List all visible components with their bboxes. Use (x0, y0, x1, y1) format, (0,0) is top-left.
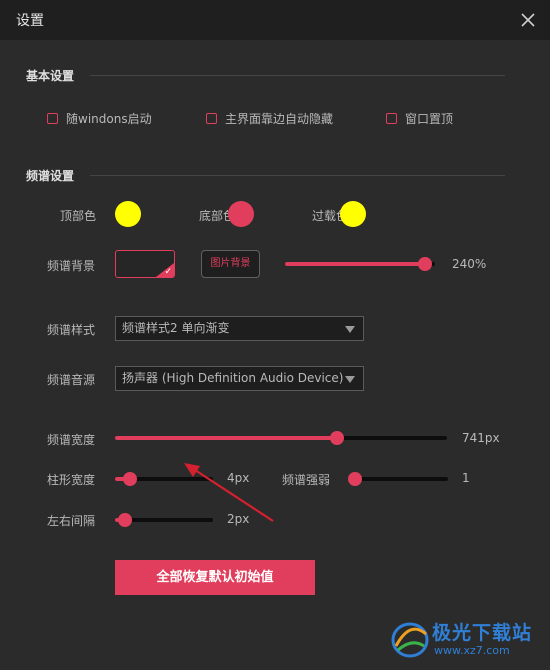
spectrum-style-label: 频谱样式 (47, 323, 96, 337)
close-icon[interactable] (516, 8, 540, 32)
checkbox-always-on-top-label: 窗口置顶 (405, 112, 454, 126)
checkbox-box[interactable] (206, 113, 217, 124)
check-icon: ✓ (164, 267, 172, 277)
spectrum-intensity-value: 1 (462, 471, 470, 485)
spacing-value: 2px (227, 512, 250, 526)
spectrum-source-select[interactable]: 扬声器 (High Definition Audio Device) (115, 366, 364, 391)
section-divider (90, 75, 505, 76)
overload-color-swatch[interactable] (340, 201, 366, 227)
section-divider (90, 175, 505, 176)
spectrum-intensity-label: 频谱强弱 (282, 473, 331, 487)
window-title: 设置 (16, 13, 44, 29)
spacing-slider[interactable] (115, 513, 213, 527)
top-color-label: 顶部色 (60, 209, 97, 223)
checkbox-auto-hide[interactable]: 主界面靠边自动隐藏 (206, 110, 333, 127)
section-basic-title: 基本设置 (26, 69, 75, 83)
top-color-swatch[interactable] (115, 201, 141, 227)
spectrum-style-select[interactable]: 频谱样式2 单向渐变 (115, 316, 364, 341)
spectrum-source-label: 频谱音源 (47, 373, 96, 387)
checkbox-autostart-label: 随windons启动 (66, 112, 152, 126)
checkbox-box[interactable] (47, 113, 58, 124)
slider-handle[interactable] (417, 257, 432, 271)
checkbox-box[interactable] (386, 113, 397, 124)
spectrum-style-value: 频谱样式2 单向渐变 (122, 321, 230, 335)
background-opacity-slider[interactable] (285, 257, 435, 271)
slider-fill (115, 436, 338, 440)
section-spectrum-title: 频谱设置 (26, 169, 75, 183)
spectrum-intensity-slider[interactable] (347, 472, 448, 486)
checkbox-always-on-top[interactable]: 窗口置顶 (386, 110, 453, 127)
background-color-picker[interactable]: ✓ (115, 250, 175, 278)
bar-width-value: 4px (227, 471, 250, 485)
slider-handle[interactable] (117, 513, 132, 527)
reset-defaults-button[interactable]: 全部恢复默认初始值 (115, 560, 315, 595)
spacing-label: 左右间隔 (47, 514, 96, 528)
bar-width-slider[interactable] (115, 472, 213, 486)
title-bar: 设置 (0, 0, 550, 40)
slider-handle[interactable] (330, 431, 345, 445)
watermark-logo: 极光下载站 www.xz7.com (390, 614, 545, 664)
watermark-brand: 极光下载站 (432, 622, 533, 644)
dropdown-arrow-icon (345, 326, 355, 333)
spectrum-width-label: 频谱宽度 (47, 433, 96, 447)
spectrum-background-label: 频谱背景 (47, 259, 96, 273)
bar-width-label: 柱形宽度 (47, 473, 96, 487)
spectrum-source-value: 扬声器 (High Definition Audio Device) (122, 371, 344, 385)
checkbox-auto-hide-label: 主界面靠边自动隐藏 (225, 112, 334, 126)
background-opacity-value: 240% (452, 257, 487, 271)
slider-handle[interactable] (122, 472, 137, 486)
slider-handle[interactable] (347, 472, 362, 486)
spectrum-width-slider[interactable] (115, 431, 447, 445)
bottom-color-swatch[interactable] (228, 201, 254, 227)
slider-fill (285, 262, 425, 266)
dropdown-arrow-icon (345, 376, 355, 383)
watermark-url: www.xz7.com (434, 644, 510, 657)
spectrum-width-value: 741px (462, 431, 500, 445)
image-background-button[interactable]: 图片背景 (201, 250, 260, 278)
checkbox-autostart[interactable]: 随windons启动 (47, 110, 152, 127)
aurora-logo-icon (391, 622, 429, 658)
